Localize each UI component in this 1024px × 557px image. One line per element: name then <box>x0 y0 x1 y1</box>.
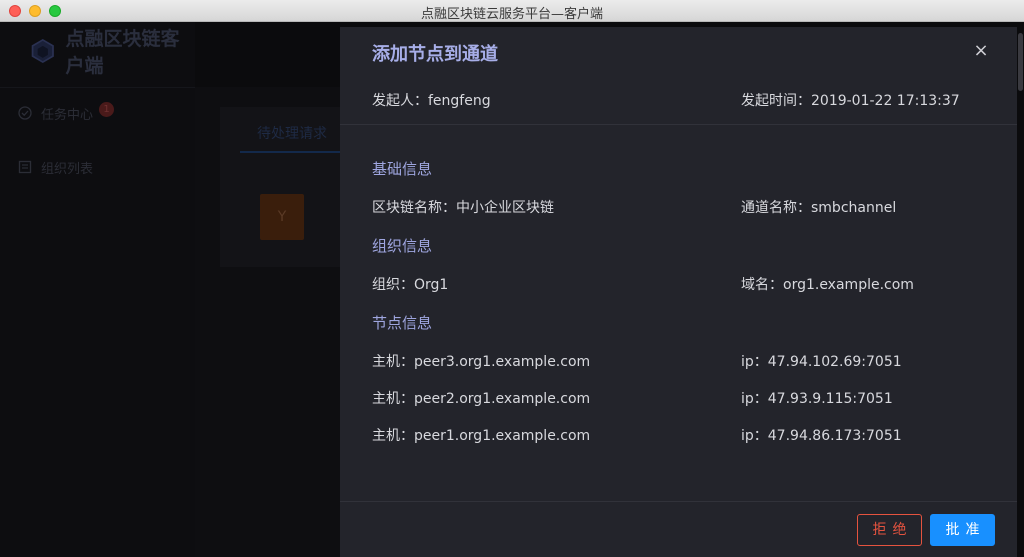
close-icon[interactable]: × <box>971 41 991 61</box>
scrollbar-thumb[interactable] <box>1018 33 1023 91</box>
node-ip-text: ip：47.94.86.173:7051 <box>741 428 902 444</box>
window-titlebar: 点融区块链云服务平台—客户端 <box>0 0 1024 22</box>
sidebar: 点融区块链客户端 任务中心 1 组织列表 <box>0 22 195 557</box>
section-title-basic: 基础信息 <box>372 160 433 178</box>
tab-pending-requests[interactable]: 待处理请求 <box>240 117 340 153</box>
hexagon-logo-icon <box>31 38 54 64</box>
logo: 点融区块链客户端 <box>30 28 195 77</box>
logo-text: 点融区块链客户端 <box>65 28 180 77</box>
notification-badge: 1 <box>99 101 115 117</box>
check-circle-icon <box>18 106 32 120</box>
drawer-title: 添加节点到通道 <box>372 44 498 65</box>
org-text: 组织：Org1 <box>372 277 449 293</box>
initiated-time-text: 发起时间：2019-01-22 17:13:37 <box>741 93 960 109</box>
domain-text: 域名：org1.example.com <box>741 277 914 293</box>
node-host-text: 主机：peer3.org1.example.com <box>372 354 591 370</box>
channel-name-text: 通道名称：smbchannel <box>741 200 897 216</box>
approve-button[interactable]: 批准 <box>930 514 995 546</box>
sidebar-item-task-center[interactable]: 任务中心 1 <box>18 101 115 123</box>
reject-button[interactable]: 拒绝 <box>857 514 922 546</box>
section-title-org: 组织信息 <box>372 237 433 255</box>
chain-name-text: 区块链名称：中小企业区块链 <box>372 200 554 216</box>
avatar: Y <box>260 194 304 240</box>
window-title: 点融区块链云服务平台—客户端 <box>420 7 603 22</box>
sidebar-item-label: 组织列表 <box>41 161 94 177</box>
initiator-text: 发起人：fengfeng <box>372 93 491 109</box>
node-host-text: 主机：peer2.org1.example.com <box>372 391 591 407</box>
sidebar-divider <box>0 87 195 88</box>
list-icon <box>18 160 32 174</box>
section-title-nodes: 节点信息 <box>372 314 433 332</box>
sidebar-item-org-list[interactable]: 组织列表 <box>18 157 93 177</box>
sidebar-item-label: 任务中心 <box>41 107 94 123</box>
node-ip-text: ip：47.93.9.115:7051 <box>741 391 893 407</box>
node-host-text: 主机：peer1.org1.example.com <box>372 428 591 444</box>
drawer-header: 添加节点到通道 × 发起人：fengfeng 发起时间：2019-01-22 1… <box>340 27 1017 125</box>
approval-drawer: 添加节点到通道 × 发起人：fengfeng 发起时间：2019-01-22 1… <box>340 27 1017 557</box>
node-ip-text: ip：47.94.102.69:7051 <box>741 354 902 370</box>
drawer-footer: 拒绝 批准 <box>340 501 1017 557</box>
scroll-track <box>1017 22 1024 557</box>
